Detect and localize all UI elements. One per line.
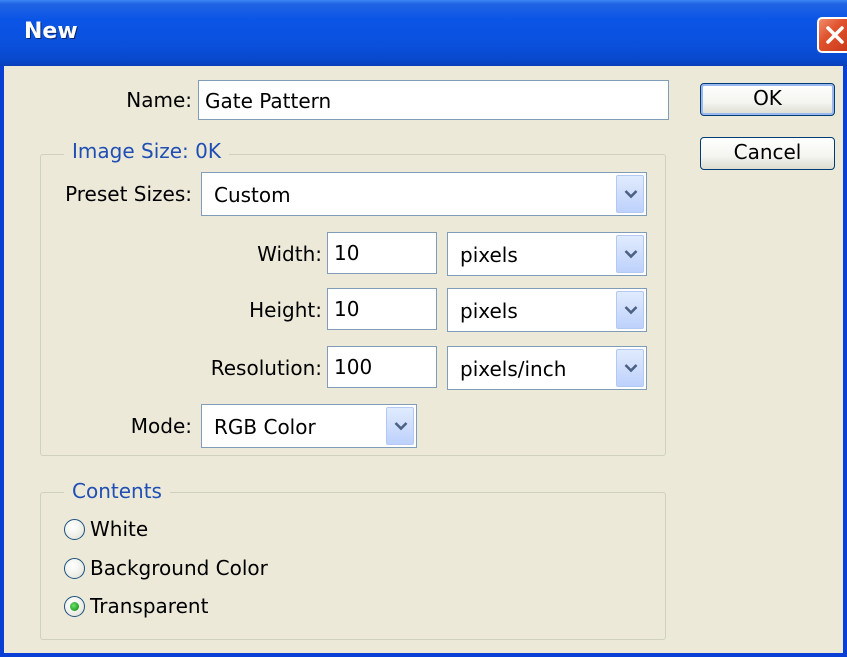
name-label: Name: [126,88,192,112]
background-color-radio-label[interactable]: Background Color [90,556,268,580]
resolution-input[interactable]: 100 [327,346,437,388]
height-unit-dropdown-button[interactable] [616,291,644,329]
mode-label: Mode: [130,414,192,438]
white-radio-label[interactable]: White [90,517,148,541]
radio-selected-dot [70,602,79,611]
preset-sizes-dropdown-button[interactable] [616,175,644,213]
image-size-group-title: Image Size: 0K [64,139,229,163]
resolution-value: 100 [334,355,373,379]
new-document-dialog: New Name: Gate Pattern OK Cancel Image S… [0,0,847,657]
preset-sizes-value: Custom [214,183,291,207]
mode-select[interactable]: RGB Color [201,404,417,448]
chevron-down-icon [624,190,638,199]
width-value: 10 [334,241,360,265]
width-input[interactable]: 10 [327,232,437,274]
resolution-label: Resolution: [210,356,322,380]
white-radio[interactable] [64,519,85,540]
height-input[interactable]: 10 [327,288,437,330]
resolution-unit-value: pixels/inch [460,357,567,381]
contents-group-title: Contents [64,479,170,503]
preset-sizes-select[interactable]: Custom [201,172,647,216]
mode-value: RGB Color [214,415,316,439]
title-bar[interactable]: New [0,0,847,66]
name-input-value: Gate Pattern [205,89,332,113]
cancel-button[interactable]: Cancel [700,137,835,170]
height-label: Height: [249,298,322,322]
window-title: New [24,19,78,44]
name-input[interactable]: Gate Pattern [198,80,669,120]
close-button[interactable] [817,17,847,53]
background-color-radio[interactable] [64,558,85,579]
width-label: Width: [257,242,322,266]
chevron-down-icon [624,250,638,259]
preset-sizes-label: Preset Sizes: [65,182,192,206]
mode-dropdown-button[interactable] [386,407,414,445]
height-unit-value: pixels [460,299,518,323]
height-unit-select[interactable]: pixels [447,288,647,332]
transparent-radio-label[interactable]: Transparent [90,594,208,618]
ok-button[interactable]: OK [700,83,835,116]
resolution-unit-select[interactable]: pixels/inch [447,346,647,390]
resolution-unit-dropdown-button[interactable] [616,349,644,387]
width-unit-value: pixels [460,243,518,267]
width-unit-dropdown-button[interactable] [616,235,644,273]
close-icon [826,26,844,44]
height-value: 10 [334,297,360,321]
transparent-radio[interactable] [64,596,85,617]
chevron-down-icon [394,422,408,431]
chevron-down-icon [624,306,638,315]
chevron-down-icon [624,364,638,373]
width-unit-select[interactable]: pixels [447,232,647,276]
